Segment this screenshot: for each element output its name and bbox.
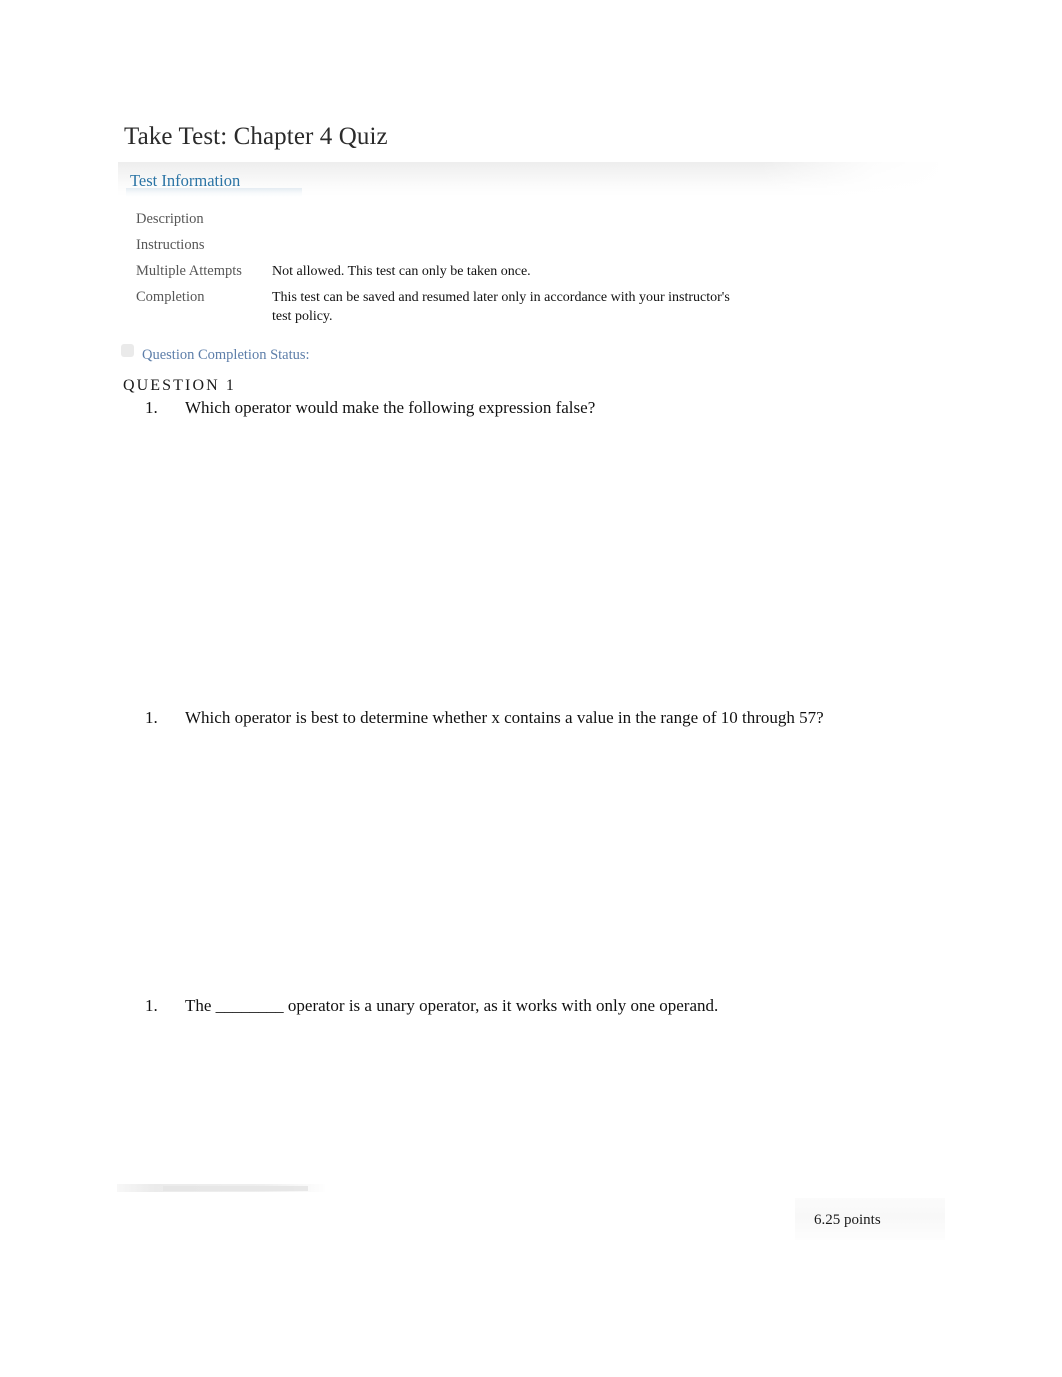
points-value: 6.25 points [814, 1212, 881, 1228]
list-item: 1. The ________ operator is a unary oper… [145, 993, 935, 1018]
info-label-completion: Completion [136, 289, 205, 305]
table-row: Description [136, 210, 876, 229]
info-label-instructions: Instructions [136, 237, 205, 253]
question-number: 1. [145, 708, 158, 727]
test-information-table: Description Instructions Multiple Attemp… [136, 210, 876, 333]
table-row: Instructions [136, 236, 876, 255]
table-row: Multiple Attempts Not allowed. This test… [136, 262, 876, 281]
question-number: 1. [145, 398, 158, 417]
status-panel-icon [121, 344, 134, 357]
question-number: 1. [145, 996, 158, 1015]
test-information-header-fade [760, 162, 950, 196]
table-row: Completion This test can be saved and re… [136, 288, 876, 326]
info-label-description: Description [136, 211, 204, 227]
test-information-heading: Test Information [130, 171, 241, 190]
page-title: Take Test: Chapter 4 Quiz [124, 123, 388, 150]
question-text: Which operator would make the following … [185, 398, 596, 417]
question-section-header: QUESTION 1 [123, 377, 236, 394]
section-divider-inner [163, 1186, 308, 1191]
question-text: The ________ operator is a unary operato… [185, 996, 719, 1015]
list-item: 1. Which operator would make the followi… [145, 395, 935, 420]
info-label-multiple-attempts: Multiple Attempts [136, 263, 242, 279]
question-completion-status-label[interactable]: Question Completion Status: [142, 346, 310, 364]
list-item: 1. Which operator is best to determine w… [145, 705, 885, 730]
question-text: Which operator is best to determine whet… [185, 708, 824, 727]
info-value-multiple-attempts: Not allowed. This test can only be taken… [272, 264, 531, 279]
info-value-completion: This test can be saved and resumed later… [272, 290, 730, 324]
